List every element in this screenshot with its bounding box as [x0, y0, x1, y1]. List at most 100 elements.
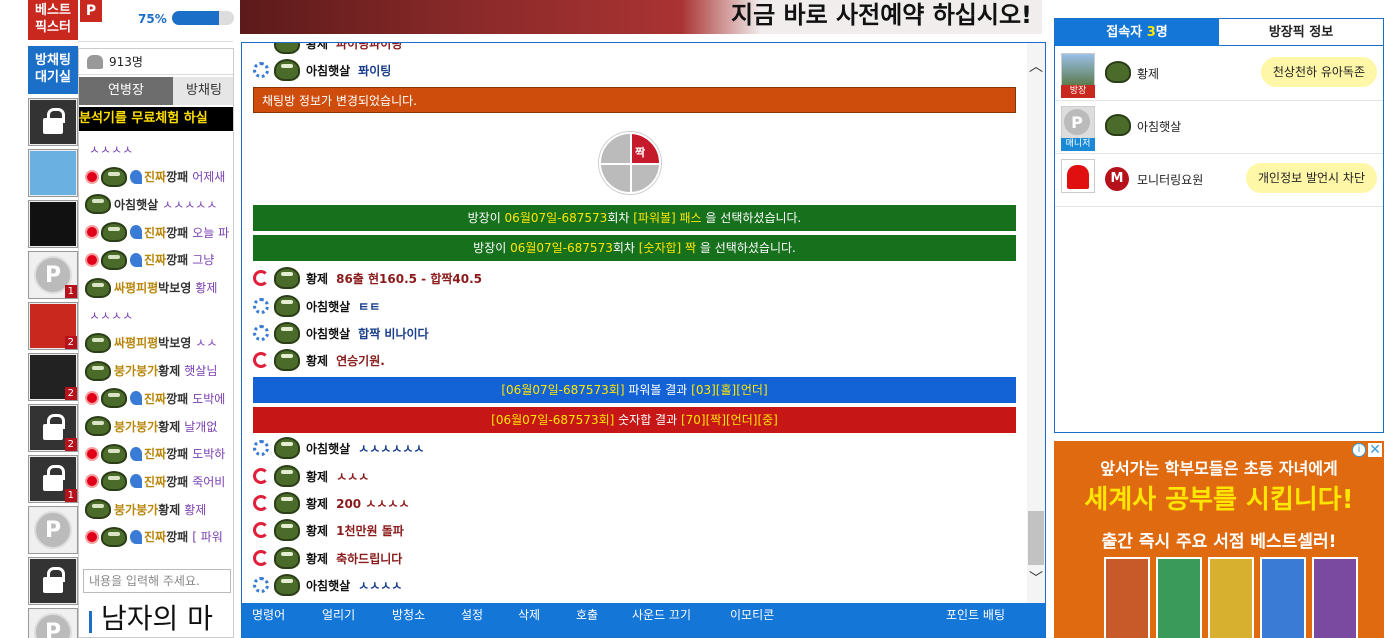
toolbar-button-6[interactable]: 사운드 끄기	[632, 603, 691, 627]
clan-name[interactable]: 붕가붕가	[114, 362, 158, 379]
pie-label: 짝	[635, 146, 646, 159]
tab-participants[interactable]: 접속자 3명	[1055, 19, 1219, 46]
brand-logo: P	[80, 0, 102, 22]
sidebar-room-thumb[interactable]	[28, 200, 78, 248]
sidebar-room-thumb[interactable]	[28, 149, 78, 197]
clan-name[interactable]: 붕가붕가	[114, 501, 158, 518]
scroll-down-icon[interactable]: ﹀	[1027, 569, 1045, 587]
chat-message: 도박하	[192, 447, 226, 462]
chat-nick[interactable]: 황제	[306, 352, 328, 369]
icon-shape	[253, 550, 269, 566]
chat-nick[interactable]: 황제	[158, 362, 180, 379]
scroll-up-icon[interactable]: ︿	[1027, 57, 1045, 75]
chat-message: 어제새	[192, 170, 226, 185]
toolbar-button-2[interactable]: 방청소	[392, 603, 425, 627]
chat-nick[interactable]: 아침햇살	[306, 298, 350, 315]
lock-shape	[43, 108, 65, 134]
clan-name[interactable]: 싸평피평	[114, 334, 158, 351]
chat-nick[interactable]: 깡패	[166, 168, 188, 185]
banner-text: 지금 바로 사전예약 하십시오!	[731, 1, 1032, 29]
participant-name[interactable]: 황제	[1137, 65, 1159, 82]
chat-nick[interactable]: 황제	[306, 495, 328, 512]
toolbar-button-8[interactable]: 포인트 배팅	[946, 603, 1005, 627]
toolbar-button-1[interactable]: 얼리기	[322, 603, 355, 627]
result-label: [파워볼] 패스	[633, 211, 702, 225]
bird-icon	[130, 225, 142, 240]
badge-dot-icon	[85, 446, 99, 461]
tab-host-pick-info[interactable]: 방장픽 정보	[1219, 19, 1383, 46]
scroll-thumb[interactable]	[1028, 511, 1044, 565]
tab-room-chat[interactable]: 방채팅	[173, 77, 233, 105]
sidebar-room-thumb[interactable]: 1	[28, 455, 78, 503]
toolbar-button-7[interactable]: 이모티콘	[730, 603, 774, 627]
clan-name[interactable]: 진짜	[144, 251, 166, 268]
chat-nick[interactable]: 아침햇살	[306, 62, 350, 79]
chat-nick[interactable]: 황제	[306, 43, 328, 52]
room-info-panel: 접속자 3명 방장픽 정보 방장 황제 천상천하 유아독존 P 매니저 아침햇살 M 모니터링…	[1054, 18, 1384, 433]
toolbar-button-3[interactable]: 설정	[461, 603, 483, 627]
system-middle: 회차	[607, 211, 634, 225]
lobby-chat-input[interactable]: 내용을 입력해 주세요.	[83, 569, 231, 593]
sidebar-room-thumb[interactable]: P1	[28, 251, 78, 299]
clan-name[interactable]: 진짜	[144, 528, 166, 545]
system-message: 채팅방 정보가 변경되었습니다.	[253, 87, 1016, 113]
sidebar-room-thumb[interactable]: P	[28, 506, 78, 554]
sidebar-room-thumb[interactable]: 2	[28, 302, 78, 350]
user-avatar-icon	[1105, 61, 1131, 83]
chat-nick[interactable]: 아침햇살	[306, 577, 350, 594]
clan-name[interactable]: 진짜	[144, 445, 166, 462]
sidebar-room-thumb[interactable]: P	[28, 608, 78, 638]
chat-scrollbar[interactable]: ︿ ﹀	[1027, 43, 1045, 603]
flower-icon	[252, 324, 270, 342]
chat-nick[interactable]: 박보영	[158, 279, 191, 296]
user-avatar-icon	[101, 443, 127, 464]
clan-name[interactable]: 진짜	[144, 224, 166, 241]
chat-nick[interactable]: 황제	[306, 270, 328, 287]
chat-nick[interactable]: 깡패	[166, 224, 188, 241]
chat-lobby-tab[interactable]: 방채팅 대기실	[28, 46, 78, 94]
best-picker-tab[interactable]: 베스트 픽스터	[28, 0, 78, 40]
toolbar-button-4[interactable]: 삭제	[518, 603, 540, 627]
chat-nick[interactable]: 황제	[306, 522, 328, 539]
clan-name[interactable]: 진짜	[144, 473, 166, 490]
promo-banner[interactable]: 지금 바로 사전예약 하십시오!	[240, 0, 1042, 34]
sidebar-room-thumb[interactable]	[28, 557, 78, 605]
chat-message: ㅅㅅㅅ	[336, 469, 370, 484]
chat-nick[interactable]: 아침햇살	[114, 196, 158, 213]
clan-name[interactable]: 진짜	[144, 390, 166, 407]
chat-nick[interactable]: 깡패	[166, 251, 188, 268]
chat-nick[interactable]: 박보영	[158, 334, 191, 351]
clan-name[interactable]: 싸평피평	[114, 279, 158, 296]
sidebar-room-thumb[interactable]: 2	[28, 404, 78, 452]
chat-nick[interactable]: 깡패	[166, 528, 188, 545]
user-avatar-icon	[1105, 114, 1131, 136]
status-bubble: 개인정보 발언시 차단	[1246, 163, 1377, 193]
role-badge: 매니저	[1061, 138, 1095, 151]
clan-name[interactable]: 진짜	[144, 168, 166, 185]
unread-badge: 2	[64, 387, 77, 400]
chat-nick[interactable]: 깡패	[166, 390, 188, 407]
chat-nick[interactable]: 황제	[158, 501, 180, 518]
clan-name[interactable]: 붕가붕가	[114, 418, 158, 435]
chat-nick[interactable]: 깡패	[166, 445, 188, 462]
chat-nick[interactable]: 황제	[306, 468, 328, 485]
chat-nick[interactable]: 깡패	[166, 473, 188, 490]
toolbar-button-0[interactable]: 명령어	[252, 603, 285, 627]
participant-row[interactable]: P 매니저 아침햇살	[1055, 102, 1383, 154]
participant-name[interactable]: 아침햇살	[1137, 118, 1181, 135]
user-avatar-icon	[274, 574, 300, 596]
tab-yeonbyeongjang[interactable]: 연병장	[79, 77, 173, 105]
participant-row[interactable]: 방장 황제 천상천하 유아독존	[1055, 49, 1383, 101]
participant-row[interactable]: M 모니터링요원 개인정보 발언시 차단	[1055, 155, 1383, 207]
toolbar-button-5[interactable]: 호출	[576, 603, 598, 627]
chat-nick[interactable]: 황제	[306, 550, 328, 567]
chat-nick[interactable]: 아침햇살	[306, 440, 350, 457]
sidebar-room-thumb[interactable]	[28, 98, 78, 146]
swirl-icon	[252, 521, 270, 539]
participant-name[interactable]: 모니터링요원	[1137, 171, 1203, 188]
chat-nick[interactable]: 황제	[158, 418, 180, 435]
book-advertisement[interactable]: i ✕ 앞서가는 학부모들은 초등 자녀에게 세계사 공부를 시킵니다! 출간 …	[1054, 441, 1384, 638]
chat-nick[interactable]: 아침햇살	[306, 325, 350, 342]
lobby-message: 진짜 깡패 죽어비	[85, 469, 225, 493]
sidebar-room-thumb[interactable]: 2	[28, 353, 78, 401]
